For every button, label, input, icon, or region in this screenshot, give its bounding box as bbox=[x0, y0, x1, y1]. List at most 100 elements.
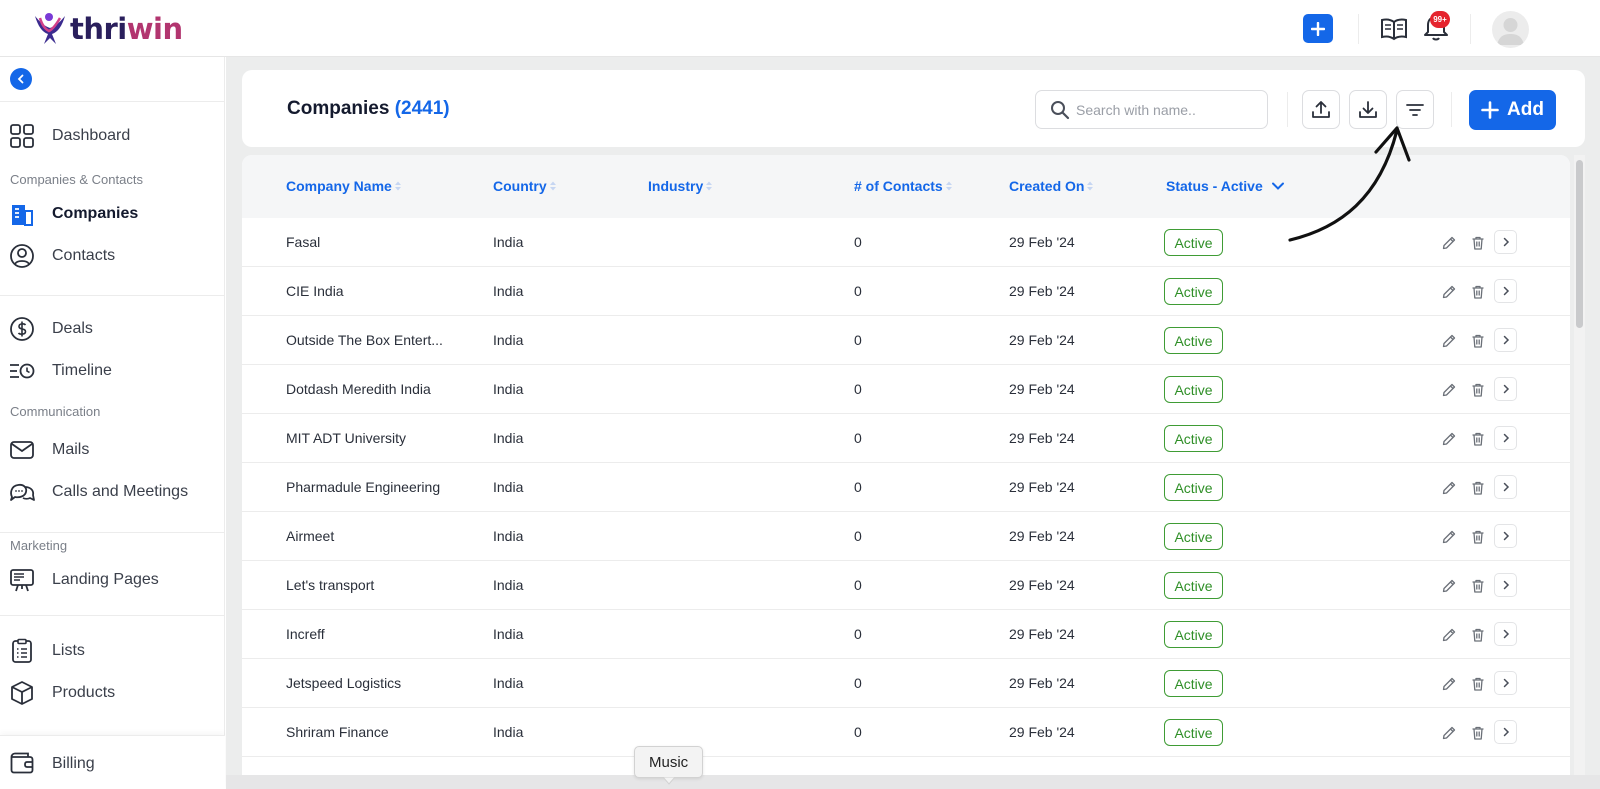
edit-button[interactable] bbox=[1438, 330, 1460, 352]
cell-company-name[interactable]: Fasal bbox=[286, 234, 320, 250]
pencil-icon bbox=[1442, 677, 1456, 691]
cell-company-name[interactable]: Jetspeed Logistics bbox=[286, 675, 401, 691]
cell-company-name[interactable]: Pharmadule Engineering bbox=[286, 479, 440, 495]
delete-button[interactable] bbox=[1467, 575, 1489, 597]
delete-button[interactable] bbox=[1467, 673, 1489, 695]
delete-button[interactable] bbox=[1467, 526, 1489, 548]
open-details-button[interactable] bbox=[1494, 573, 1517, 597]
table-row[interactable]: Let's transport India 0 29 Feb '24 Active bbox=[242, 561, 1570, 610]
app-logo[interactable]: thriwin bbox=[32, 12, 183, 46]
open-details-button[interactable] bbox=[1494, 328, 1517, 352]
sidebar-item-billing[interactable]: Billing bbox=[0, 735, 225, 789]
edit-button[interactable] bbox=[1438, 477, 1460, 499]
timeline-icon bbox=[10, 363, 35, 379]
chevron-left-icon bbox=[17, 74, 24, 84]
column-header-status-filter[interactable]: Status - Active bbox=[1166, 178, 1285, 194]
sidebar-item-landing-pages[interactable]: Landing Pages bbox=[0, 562, 225, 598]
delete-button[interactable] bbox=[1467, 428, 1489, 450]
cell-company-name[interactable]: Dotdash Meredith India bbox=[286, 381, 431, 397]
sidebar-item-calls-and-meetings[interactable]: Calls and Meetings bbox=[0, 474, 225, 510]
cell-created-on: 29 Feb '24 bbox=[1009, 577, 1075, 593]
open-details-button[interactable] bbox=[1494, 622, 1517, 646]
edit-button[interactable] bbox=[1438, 232, 1460, 254]
add-company-button[interactable]: Add bbox=[1469, 90, 1556, 130]
open-details-button[interactable] bbox=[1494, 720, 1517, 744]
delete-button[interactable] bbox=[1467, 624, 1489, 646]
column-header-created-on[interactable]: Created On bbox=[1009, 178, 1094, 194]
sidebar-item-dashboard[interactable]: Dashboard bbox=[0, 118, 225, 154]
delete-button[interactable] bbox=[1467, 330, 1489, 352]
cell-company-name[interactable]: Increff bbox=[286, 626, 325, 642]
open-details-button[interactable] bbox=[1494, 475, 1517, 499]
cell-contacts: 0 bbox=[854, 332, 862, 348]
delete-button[interactable] bbox=[1467, 477, 1489, 499]
edit-button[interactable] bbox=[1438, 624, 1460, 646]
table-row[interactable]: Outside The Box Entert... India 0 29 Feb '2… bbox=[242, 316, 1570, 365]
open-details-button[interactable] bbox=[1494, 279, 1517, 303]
delete-button[interactable] bbox=[1467, 379, 1489, 401]
cell-company-name[interactable]: Airmeet bbox=[286, 528, 334, 544]
trash-icon bbox=[1472, 677, 1484, 691]
cell-company-name[interactable]: MIT ADT University bbox=[286, 430, 406, 446]
collapse-sidebar-button[interactable] bbox=[10, 68, 32, 90]
delete-button[interactable] bbox=[1467, 232, 1489, 254]
open-details-button[interactable] bbox=[1494, 426, 1517, 450]
table-row[interactable]: Increff India 0 29 Feb '24 Active bbox=[242, 610, 1570, 659]
pencil-icon bbox=[1442, 579, 1456, 593]
user-avatar[interactable] bbox=[1492, 11, 1529, 48]
open-details-button[interactable] bbox=[1494, 230, 1517, 254]
edit-button[interactable] bbox=[1438, 281, 1460, 303]
table-row[interactable]: MIT ADT University India 0 29 Feb '24 Active bbox=[242, 414, 1570, 463]
edit-button[interactable] bbox=[1438, 673, 1460, 695]
edit-button[interactable] bbox=[1438, 575, 1460, 597]
column-header-company-name[interactable]: Company Name bbox=[286, 178, 402, 194]
cell-created-on: 29 Feb '24 bbox=[1009, 283, 1075, 299]
edit-button[interactable] bbox=[1438, 722, 1460, 744]
cell-company-name[interactable]: Outside The Box Entert... bbox=[286, 332, 443, 348]
cell-company-name[interactable]: Let's transport bbox=[286, 577, 374, 593]
edit-button[interactable] bbox=[1438, 379, 1460, 401]
sidebar-item-lists[interactable]: Lists bbox=[0, 633, 225, 669]
sidebar-item-deals[interactable]: Deals bbox=[0, 311, 225, 347]
page-title: Companies (2441) bbox=[287, 98, 450, 119]
cell-created-on: 29 Feb '24 bbox=[1009, 381, 1075, 397]
sidebar-item-contacts[interactable]: Contacts bbox=[0, 238, 225, 274]
column-header-country[interactable]: Country bbox=[493, 178, 557, 194]
edit-button[interactable] bbox=[1438, 526, 1460, 548]
search-field[interactable] bbox=[1035, 90, 1268, 129]
open-details-button[interactable] bbox=[1494, 377, 1517, 401]
cell-country: India bbox=[493, 577, 524, 593]
download-icon bbox=[1359, 100, 1377, 118]
table-row[interactable]: CIE India India 0 29 Feb '24 Active bbox=[242, 267, 1570, 316]
open-details-button[interactable] bbox=[1494, 671, 1517, 695]
table-row[interactable]: Shriram Finance India 0 29 Feb '24 Active bbox=[242, 708, 1570, 757]
delete-button[interactable] bbox=[1467, 281, 1489, 303]
filter-icon bbox=[1406, 103, 1424, 116]
column-header-contacts[interactable]: # of Contacts bbox=[854, 178, 953, 194]
column-header-industry[interactable]: Industry bbox=[648, 178, 713, 194]
table-row[interactable]: Jetspeed Logistics India 0 29 Feb '24 Active bbox=[242, 659, 1570, 708]
delete-button[interactable] bbox=[1467, 722, 1489, 744]
sidebar: Dashboard Companies & Contacts Companies… bbox=[0, 57, 225, 789]
pencil-icon bbox=[1442, 530, 1456, 544]
table-row[interactable]: Airmeet India 0 29 Feb '24 Active bbox=[242, 512, 1570, 561]
pencil-icon bbox=[1442, 432, 1456, 446]
table-scrollbar-thumb[interactable] bbox=[1576, 160, 1583, 328]
sidebar-item-products[interactable]: Products bbox=[0, 675, 225, 711]
edit-button[interactable] bbox=[1438, 428, 1460, 450]
open-details-button[interactable] bbox=[1494, 524, 1517, 548]
pencil-icon bbox=[1442, 236, 1456, 250]
trash-icon bbox=[1472, 383, 1484, 397]
quick-add-button[interactable] bbox=[1303, 14, 1333, 43]
table-row[interactable]: Dotdash Meredith India India 0 29 Feb '24 Ac… bbox=[242, 365, 1570, 414]
sidebar-item-mails[interactable]: Mails bbox=[0, 432, 225, 468]
trash-icon bbox=[1472, 285, 1484, 299]
cell-company-name[interactable]: Shriram Finance bbox=[286, 724, 389, 740]
help-book-button[interactable] bbox=[1380, 16, 1408, 42]
search-input[interactable] bbox=[1076, 99, 1256, 121]
status-badge: Active bbox=[1164, 670, 1223, 697]
sidebar-item-timeline[interactable]: Timeline bbox=[0, 353, 225, 389]
cell-company-name[interactable]: CIE India bbox=[286, 283, 344, 299]
table-row[interactable]: Pharmadule Engineering India 0 29 Feb '24 Ac… bbox=[242, 463, 1570, 512]
sidebar-item-companies[interactable]: Companies bbox=[0, 196, 225, 232]
